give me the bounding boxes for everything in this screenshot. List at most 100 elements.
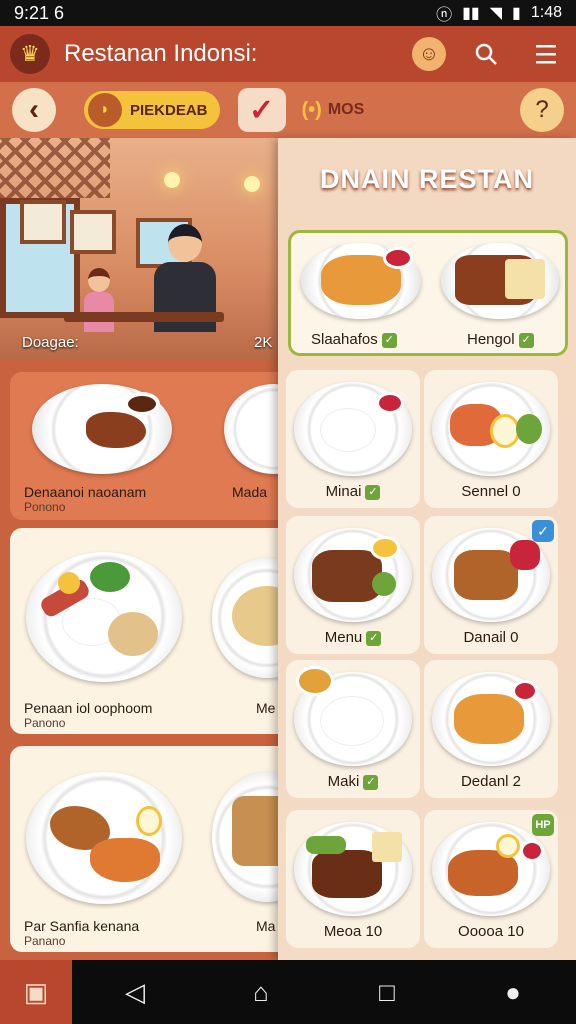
profile-face-icon[interactable]: ☺	[412, 37, 446, 71]
card-title: Penaan iol oophoom	[24, 700, 153, 716]
navigation-bar: ▣ ◁ ⌂ □ ●	[0, 960, 576, 1024]
restaurant-logo-icon[interactable]: ♛	[10, 34, 50, 74]
food-icon: ◗	[88, 93, 122, 127]
toolbar: ‹ ◗ PIEKDEAB ✓ (•) MOS ?	[0, 82, 576, 138]
sambal-bowl-image	[512, 680, 538, 702]
sauce-bowl-image	[124, 392, 160, 416]
checkmark-badge-icon: ✓	[532, 520, 554, 542]
menu-tile[interactable]: Maki ✓	[286, 660, 420, 798]
nav-recents-icon[interactable]: □	[324, 960, 450, 1024]
panel-title: DNAIN RESTAN	[320, 164, 534, 194]
menu-tile[interactable]: Menu ✓	[286, 516, 420, 654]
music-toggle[interactable]: (•) MOS	[302, 99, 365, 122]
featured-item[interactable]: Hengol ✓	[467, 331, 534, 348]
tile-label: Maki ✓	[286, 773, 420, 790]
featured-label: Slaahafos	[311, 331, 378, 348]
status-bar: 9:21 6 ⓝ ▮▮ ◥ ▮ 1:48	[0, 0, 576, 26]
help-location-icon[interactable]: ?	[520, 88, 564, 132]
nav-home-icon[interactable]: ⌂	[198, 960, 324, 1024]
menu-tile[interactable]: ✓ Danail 0	[424, 516, 558, 654]
card-subtitle: Panono	[24, 716, 66, 730]
left-content: Doagae: 2K Denaanoi naoanam Ponono Mada …	[0, 138, 290, 960]
sambal-bowl-image	[383, 247, 413, 269]
tile-label: Dedanl 2	[460, 773, 522, 790]
search-icon[interactable]	[466, 34, 506, 74]
sambal-bowl-image	[520, 840, 544, 862]
checkmark-icon: ✓	[365, 485, 381, 500]
menu-card[interactable]: Penaan iol oophoom Panono Me	[10, 528, 290, 734]
featured-label: Hengol	[467, 331, 515, 348]
tile-label: Minai ✓	[286, 483, 420, 500]
back-button[interactable]: ‹	[12, 88, 56, 132]
sound-icon: (•)	[301, 98, 322, 121]
egg-image	[58, 572, 80, 594]
lamp-icon	[164, 172, 180, 188]
hero-caption-right: 2K	[254, 334, 273, 351]
checkmark-icon: ✓	[363, 775, 379, 790]
checkmark-icon: ✓	[248, 93, 275, 127]
noodles-image	[454, 694, 524, 744]
menu-tile[interactable]: Dedanl 2	[424, 660, 558, 798]
tile-label: Sennel 0	[461, 483, 521, 500]
menu-icon[interactable]	[526, 34, 566, 74]
checkmark-button[interactable]: ✓	[237, 88, 286, 132]
tile-label: Menu ✓	[286, 629, 420, 646]
account-icon[interactable]: ●	[450, 960, 576, 1024]
featured-item[interactable]: Slaahafos ✓	[311, 331, 397, 348]
chili-image	[510, 540, 540, 570]
card-side-title: Mada	[232, 484, 268, 500]
rice-image	[320, 696, 384, 746]
signal-icon: ▮▮	[462, 5, 480, 22]
hp-badge: HP	[532, 814, 554, 836]
chevron-left-icon: ‹	[29, 93, 39, 126]
card-title: Denaanoi naoanam	[24, 484, 147, 500]
shopping-bag-icon[interactable]: ▣	[0, 960, 72, 1024]
menu-tile[interactable]: Minai ✓	[286, 370, 420, 508]
hero-caption: Doagae:	[22, 334, 79, 351]
menu-card[interactable]: Denaanoi naoanam Ponono Mada	[10, 372, 290, 520]
restaurant-hero-image: Doagae: 2K	[0, 138, 290, 360]
status-icons: ⓝ ▮▮ ◥ ▮ 1:48	[436, 1, 562, 25]
app-title: Restanan Indonsi:	[64, 40, 258, 67]
tile-label: Danail 0	[463, 629, 519, 646]
app-header: ♛ Restanan Indonsi: ☺	[0, 26, 576, 82]
curry-bowl-image	[296, 666, 334, 696]
rice-image	[320, 408, 376, 452]
wifi-icon: ◥	[489, 5, 503, 22]
rendang-image	[312, 550, 382, 602]
egg-image	[496, 834, 520, 858]
music-label: MOS	[327, 101, 365, 118]
status-time: 9:21 6	[14, 2, 65, 23]
vegetable-image	[516, 414, 542, 444]
fries-image	[505, 259, 545, 299]
checkmark-icon: ✓	[366, 631, 382, 646]
sauce-bowl-image	[370, 536, 400, 560]
lettuce-image	[90, 562, 130, 592]
menu-tile[interactable]: Meoa 10	[286, 810, 420, 948]
grilled-fish-image	[90, 838, 160, 882]
meat-image	[86, 412, 146, 448]
wall-frame	[20, 200, 66, 244]
battery-icon: ▮	[512, 5, 521, 22]
tile-label: Meoa 10	[323, 923, 383, 940]
lamp-icon	[244, 176, 260, 192]
card-title: Par Sanfia kenana	[24, 918, 140, 934]
nav-back-icon[interactable]: ◁	[72, 960, 198, 1024]
menu-card[interactable]: Par Sanfia kenana Panano Ma	[10, 746, 290, 952]
menu-tile[interactable]: HP Ooooa 10	[424, 810, 558, 948]
card-subtitle: Panano	[24, 934, 66, 948]
nfc-icon: ⓝ	[436, 7, 453, 24]
table-illustration	[64, 312, 224, 322]
lattice-decoration	[0, 138, 110, 198]
card-subtitle: Ponono	[24, 500, 66, 514]
bread-image	[108, 612, 158, 656]
chip-label: PIEKDEAB	[130, 101, 208, 119]
fries-image	[372, 832, 402, 862]
checkmark-icon: ✓	[518, 333, 534, 348]
egg-image	[136, 806, 162, 836]
beans-image	[306, 836, 346, 854]
featured-dishes[interactable]: Slaahafos ✓ Hengol ✓	[288, 230, 568, 356]
category-chip[interactable]: ◗ PIEKDEAB	[84, 91, 220, 129]
status-clock: 1:48	[530, 4, 562, 21]
menu-tile[interactable]: Sennel 0	[424, 370, 558, 508]
